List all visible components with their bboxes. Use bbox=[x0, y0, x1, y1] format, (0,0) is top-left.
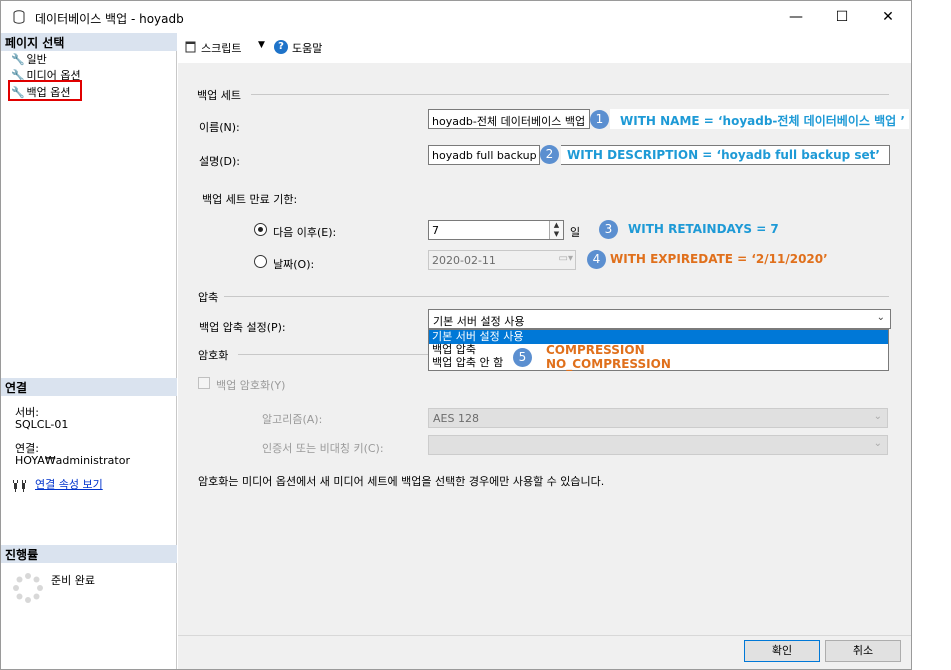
algorithm-value: AES 128 bbox=[433, 412, 479, 425]
annotation-text: WITH RETAINDAYS = 7 bbox=[628, 222, 779, 236]
connection-value: HOYA₩administrator bbox=[15, 454, 130, 467]
close-button[interactable]: ✕ bbox=[865, 1, 911, 33]
right-pane: 스크립트 ▼ ? 도움말 백업 세트 이름(N): hoyadb-전체 데이터베… bbox=[178, 33, 911, 669]
retain-days-spinner[interactable]: 7 ▲ ▼ bbox=[428, 220, 564, 240]
annotation-callout: WITH NAME = ‘hoyadb-전체 데이터베이스 백업 ’ bbox=[610, 109, 909, 129]
backup-set-description-input[interactable]: hoyadb full backup set bbox=[428, 145, 540, 165]
ok-button[interactable]: 확인 bbox=[744, 640, 820, 662]
group-divider bbox=[238, 354, 428, 355]
nav-item-label: 일반 bbox=[26, 53, 47, 66]
progress-status: 준비 완료 bbox=[51, 574, 95, 587]
encryption-group-label: 암호화 bbox=[198, 349, 229, 362]
backup-set-name-input[interactable]: hoyadb-전체 데이터베이스 백업 bbox=[428, 109, 590, 129]
view-connection-properties-link[interactable]: 연결 속성 보기 bbox=[35, 476, 103, 492]
minimize-button[interactable]: — bbox=[773, 1, 819, 33]
help-icon: ? bbox=[274, 40, 288, 54]
backup-set-group-label: 백업 세트 bbox=[197, 89, 241, 102]
annotation-badge: 5 bbox=[513, 348, 532, 367]
chevron-down-icon: ⌄ bbox=[873, 438, 882, 449]
compression-select[interactable]: 기본 서버 설정 사용 ⌄ bbox=[428, 309, 891, 329]
dropdown-option[interactable]: 기본 서버 설정 사용 bbox=[429, 330, 888, 344]
progress-spinner-icon bbox=[13, 573, 43, 603]
annotation-badge: 3 bbox=[599, 220, 618, 239]
retain-days-value: 7 bbox=[432, 224, 439, 237]
group-divider bbox=[224, 296, 889, 297]
certificate-select[interactable]: ⌄ bbox=[428, 435, 888, 455]
on-date-radio[interactable] bbox=[254, 255, 267, 268]
left-pane: 페이지 선택 🔧 일반 🔧 미디어 옵션 🔧 백업 옵션 연결 서버: SQLC… bbox=[1, 33, 177, 669]
days-unit-label: 일 bbox=[570, 226, 581, 239]
dialog-button-bar: 확인 취소 bbox=[178, 635, 911, 669]
maximize-button[interactable]: ☐ bbox=[819, 1, 865, 33]
options-content: 백업 세트 이름(N): hoyadb-전체 데이터베이스 백업 설명(D): … bbox=[178, 63, 911, 635]
expire-date-value: 2020-02-11 bbox=[432, 254, 496, 267]
certificate-label: 인증서 또는 비대칭 키(C): bbox=[262, 442, 384, 455]
after-days-label: 다음 이후(E): bbox=[273, 226, 337, 239]
wrench-icon: 🔧 bbox=[11, 53, 25, 66]
chevron-down-icon: ⌄ bbox=[873, 411, 882, 422]
annotation-callout: WITH DESCRIPTION = ‘hoyadb full backup s… bbox=[561, 145, 890, 165]
algorithm-select[interactable]: AES 128 ⌄ bbox=[428, 408, 888, 428]
script-label: 스크립트 bbox=[201, 42, 242, 55]
toolbar: 스크립트 ▼ ? 도움말 bbox=[178, 33, 911, 63]
title-bar: 데이터베이스 백업 - hoyadb — ☐ ✕ bbox=[1, 1, 911, 33]
annotation-text: NO_COMPRESSION bbox=[546, 357, 671, 371]
script-icon bbox=[185, 41, 196, 53]
description-label: 설명(D): bbox=[199, 155, 240, 168]
on-date-label: 날짜(O): bbox=[273, 258, 315, 271]
name-label: 이름(N): bbox=[199, 121, 240, 134]
expiry-label: 백업 세트 만료 기한: bbox=[202, 193, 298, 206]
chevron-down-icon: ⌄ bbox=[876, 312, 885, 323]
annotation-text: WITH EXPIREDATE = ‘2/11/2020’ bbox=[610, 252, 828, 266]
calendar-icon: ▭▾ bbox=[558, 253, 573, 264]
chevron-down-icon: ▼ bbox=[258, 40, 265, 50]
help-label: 도움말 bbox=[292, 42, 323, 55]
window-title: 데이터베이스 백업 - hoyadb bbox=[35, 12, 184, 26]
encrypt-backup-label: 백업 암호화(Y) bbox=[216, 379, 286, 392]
connection-properties-icon bbox=[13, 480, 26, 492]
annotation-badge: 2 bbox=[540, 145, 559, 164]
progress-header: 진행률 bbox=[1, 545, 177, 563]
nav-item-general[interactable]: 🔧 일반 bbox=[11, 51, 47, 66]
annotation-text: COMPRESSION bbox=[546, 343, 645, 357]
compression-selected-value: 기본 서버 설정 사용 bbox=[433, 315, 525, 328]
annotation-text: WITH NAME = ‘hoyadb-전체 데이터베이스 백업 ’ bbox=[620, 114, 905, 128]
after-days-radio[interactable] bbox=[254, 223, 267, 236]
dropdown-option[interactable]: 백업 압축 bbox=[429, 343, 888, 357]
cancel-button[interactable]: 취소 bbox=[825, 640, 901, 662]
algorithm-label: 알고리즘(A): bbox=[262, 413, 323, 426]
connection-header: 연결 bbox=[1, 378, 177, 396]
compression-group-label: 압축 bbox=[198, 291, 219, 304]
expire-date-picker[interactable]: 2020-02-11 ▭▾ bbox=[428, 250, 576, 270]
page-select-header: 페이지 선택 bbox=[1, 33, 177, 51]
annotation-badge: 1 bbox=[590, 110, 609, 129]
highlight-box bbox=[8, 80, 82, 101]
spinner-arrows-icon[interactable]: ▲ ▼ bbox=[549, 221, 563, 239]
backup-dialog: 데이터베이스 백업 - hoyadb — ☐ ✕ 페이지 선택 🔧 일반 🔧 미… bbox=[0, 0, 912, 670]
annotation-text: WITH DESCRIPTION = ‘hoyadb full backup s… bbox=[567, 148, 880, 162]
encryption-note: 암호화는 미디어 옵션에서 새 미디어 세트에 백업을 선택한 경우에만 사용할… bbox=[198, 475, 605, 488]
group-divider bbox=[251, 94, 889, 95]
annotation-badge: 4 bbox=[587, 250, 606, 269]
compression-setting-label: 백업 압축 설정(P): bbox=[199, 321, 286, 334]
database-icon bbox=[13, 10, 25, 24]
encrypt-backup-checkbox[interactable] bbox=[198, 377, 210, 389]
server-value: SQLCL-01 bbox=[15, 418, 69, 431]
